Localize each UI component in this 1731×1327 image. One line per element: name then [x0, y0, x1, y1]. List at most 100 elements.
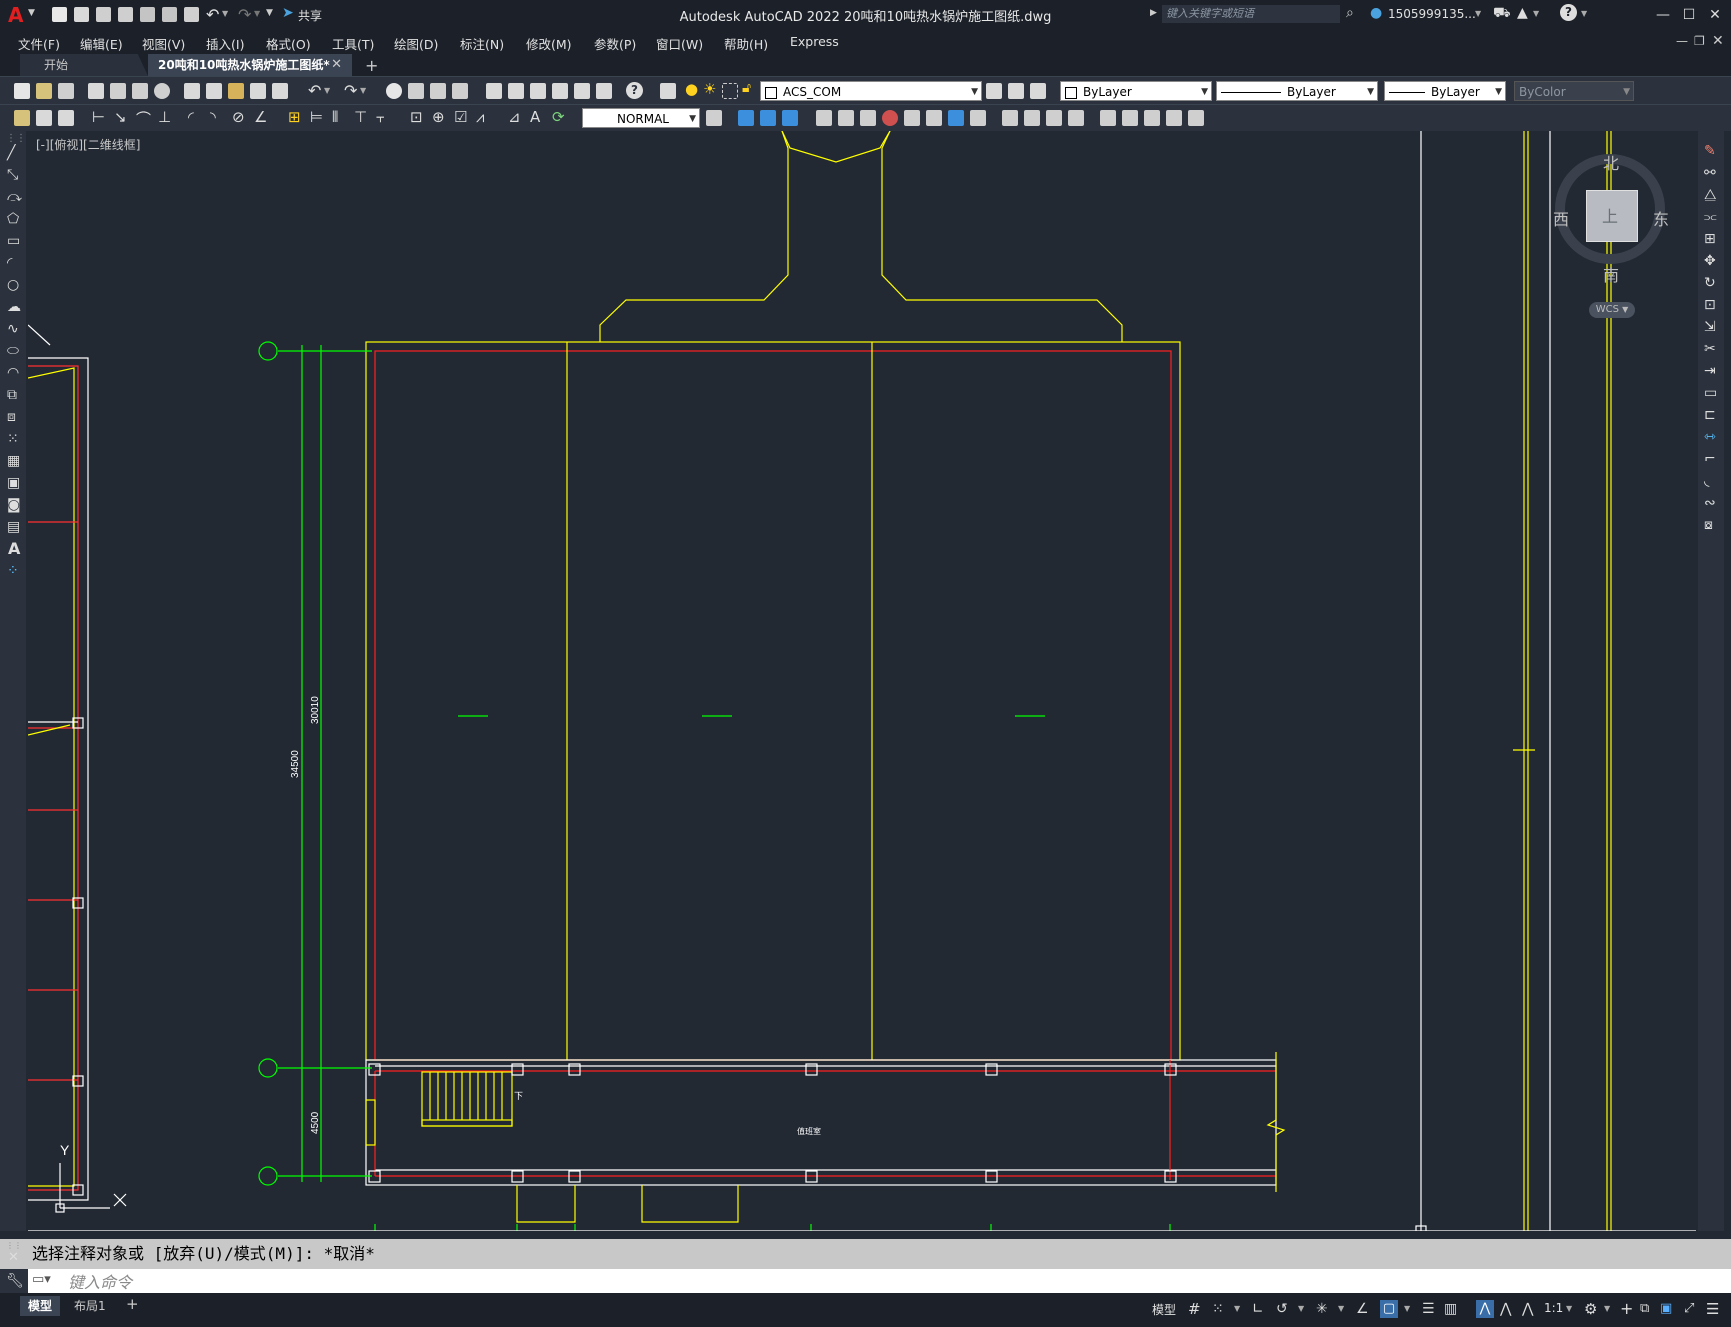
draworder-above-icon[interactable] — [782, 110, 798, 126]
annotation-scale-icon[interactable]: ⋀ — [1522, 1301, 1538, 1317]
dim-text-edit-icon[interactable]: A — [530, 108, 540, 126]
color-dropdown[interactable]: ByLayer ▼ — [1060, 81, 1212, 101]
attr-edit-icon[interactable] — [36, 110, 52, 126]
snap-icon[interactable]: ⁙ — [1212, 1301, 1228, 1317]
move-side-icon[interactable]: ✥ — [1704, 253, 1716, 269]
menu-file[interactable]: 文件(F) — [18, 34, 60, 53]
tool-palettes-icon[interactable] — [530, 83, 546, 99]
tab-model[interactable]: 模型 — [20, 1296, 61, 1316]
offset-icon[interactable] — [970, 110, 986, 126]
trim-side-icon[interactable]: ✂ — [1704, 341, 1716, 357]
help-icon[interactable]: ? — [1560, 4, 1577, 21]
dim-edit-icon[interactable]: ⊿ — [508, 108, 521, 126]
open-web-icon[interactable] — [140, 7, 155, 22]
minimize-icon[interactable]: — — [1652, 4, 1674, 26]
layer-thaw-icon[interactable]: ☀ — [703, 80, 716, 98]
layer-properties-icon[interactable] — [660, 83, 676, 99]
region-icon[interactable]: ◙ — [7, 497, 21, 513]
plot-icon[interactable] — [184, 7, 199, 22]
array-icon[interactable] — [948, 110, 964, 126]
menu-dimension[interactable]: 标注(N) — [460, 34, 504, 53]
menu-insert[interactable]: 插入(I) — [206, 34, 244, 53]
viewcube-east-label[interactable]: 东 — [1653, 206, 1669, 230]
undo-tb-icon[interactable]: ↶ — [308, 81, 321, 100]
save-icon[interactable] — [96, 7, 111, 22]
close-icon[interactable]: ✕ — [1704, 4, 1726, 26]
cut-icon[interactable] — [184, 83, 200, 99]
viewport-controls[interactable]: [-][俯视][二维线框] — [36, 136, 140, 153]
jogged-icon[interactable]: ◝ — [210, 108, 216, 126]
layer-lock-icon[interactable]: 🔓︎ — [742, 80, 751, 96]
viewcube-north-label[interactable]: 北 — [1603, 150, 1619, 174]
sidebar-grip-icon[interactable]: ⋮⋮ — [6, 133, 26, 144]
add-layout-icon[interactable]: + — [126, 1295, 139, 1313]
quick-properties-icon[interactable]: ▣ — [1660, 1301, 1676, 1317]
ungroup-icon[interactable] — [1024, 110, 1040, 126]
join-icon[interactable]: ⇿ — [1704, 429, 1716, 445]
command-close-icon[interactable]: ✕ — [8, 1250, 19, 1265]
osnap-chevron-icon[interactable]: ▼ — [1404, 1301, 1420, 1317]
menu-window[interactable]: 窗口(W) — [656, 34, 703, 53]
units-icon[interactable]: ⧉ — [1640, 1301, 1656, 1317]
copy-icon[interactable] — [206, 83, 222, 99]
redo-chevron-icon[interactable]: ▼ — [254, 9, 260, 18]
qnew-icon[interactable] — [14, 83, 30, 99]
new-tab-icon[interactable]: + — [365, 56, 378, 75]
redo-icon[interactable]: ↷ — [238, 5, 251, 24]
annotation-scale-value[interactable]: 1:1 — [1544, 1301, 1563, 1315]
layer-viewport-icon[interactable] — [722, 83, 738, 99]
quick-dim-icon[interactable]: ⊞ — [288, 108, 301, 126]
layer-dropdown[interactable]: ACS_COM ▼ — [760, 81, 982, 101]
3dprint-icon[interactable] — [154, 83, 170, 99]
group-select-icon[interactable] — [1068, 110, 1084, 126]
dimstyle-dropdown[interactable]: NORMAL ▼ — [582, 108, 700, 128]
search-icon[interactable]: ⌕ — [1346, 5, 1354, 21]
tab-close-icon[interactable]: ✕ — [331, 54, 342, 76]
properties-icon[interactable] — [486, 83, 502, 99]
block-editor-icon[interactable] — [272, 83, 288, 99]
break-icon[interactable]: ⊏ — [1704, 407, 1716, 423]
viewcube-west-label[interactable]: 西 — [1553, 206, 1569, 230]
revcloud-icon[interactable]: ☁ — [7, 299, 21, 315]
spline-icon[interactable]: ∿ — [7, 321, 19, 337]
block-write-icon[interactable] — [1144, 110, 1160, 126]
isodraft-chevron-icon[interactable]: ▼ — [1338, 1301, 1354, 1317]
tab-start[interactable]: 开始 — [20, 54, 148, 76]
arc-icon[interactable]: ◜ — [7, 255, 12, 271]
help-tb-icon[interactable]: ? — [626, 82, 643, 99]
ellipse-arc-icon[interactable]: ◠ — [7, 365, 19, 381]
continue-icon[interactable]: ⫴ — [332, 108, 338, 126]
jogged-linear-icon[interactable]: ⩘ — [476, 108, 484, 126]
aligned-dim-icon[interactable]: ↘ — [114, 108, 127, 126]
autodesk-app-icon[interactable]: ▲ — [1517, 5, 1528, 21]
menu-tools[interactable]: 工具(T) — [332, 34, 374, 53]
block-create-icon[interactable] — [1122, 110, 1138, 126]
help-chevron-icon[interactable]: ▼ — [1581, 9, 1587, 18]
zoom-previous-icon[interactable] — [452, 83, 468, 99]
menu-format[interactable]: 格式(O) — [266, 34, 311, 53]
doc-restore-icon[interactable]: ❐ — [1694, 34, 1705, 48]
scale-side-icon[interactable]: ⊡ — [1704, 297, 1716, 313]
clean-screen-icon[interactable]: ⤢ — [1684, 1301, 1700, 1317]
mtext-icon[interactable]: A — [8, 539, 20, 558]
transparency-icon[interactable]: ▥ — [1444, 1301, 1460, 1317]
ordinate-icon[interactable]: ⊥ — [158, 108, 171, 126]
menu-express[interactable]: Express — [790, 34, 839, 49]
line-icon[interactable]: ╱ — [7, 145, 15, 161]
menu-draw[interactable]: 绘图(D) — [394, 34, 438, 53]
otrack-icon[interactable]: ∠ — [1356, 1301, 1372, 1317]
rotate-icon[interactable] — [882, 110, 898, 126]
zoom-realtime-icon[interactable] — [408, 83, 424, 99]
tab-drawing[interactable]: 20吨和10吨热水锅炉施工图纸* ✕ — [148, 54, 352, 76]
calculator-icon[interactable] — [596, 83, 612, 99]
publish-icon[interactable] — [132, 83, 148, 99]
make-block-icon[interactable]: ⧈ — [7, 409, 16, 425]
share-button[interactable]: 共享 — [298, 7, 322, 24]
hatch-icon[interactable]: ▦ — [7, 453, 20, 469]
baseline-icon[interactable]: ⊨ — [310, 108, 323, 126]
diameter-icon[interactable]: ⊘ — [232, 108, 245, 126]
make-current-icon[interactable] — [986, 83, 1002, 99]
stretch-icon[interactable] — [860, 110, 876, 126]
wcs-menu[interactable]: WCS ▼ — [1589, 302, 1635, 318]
maximize-icon[interactable]: ☐ — [1678, 4, 1700, 26]
